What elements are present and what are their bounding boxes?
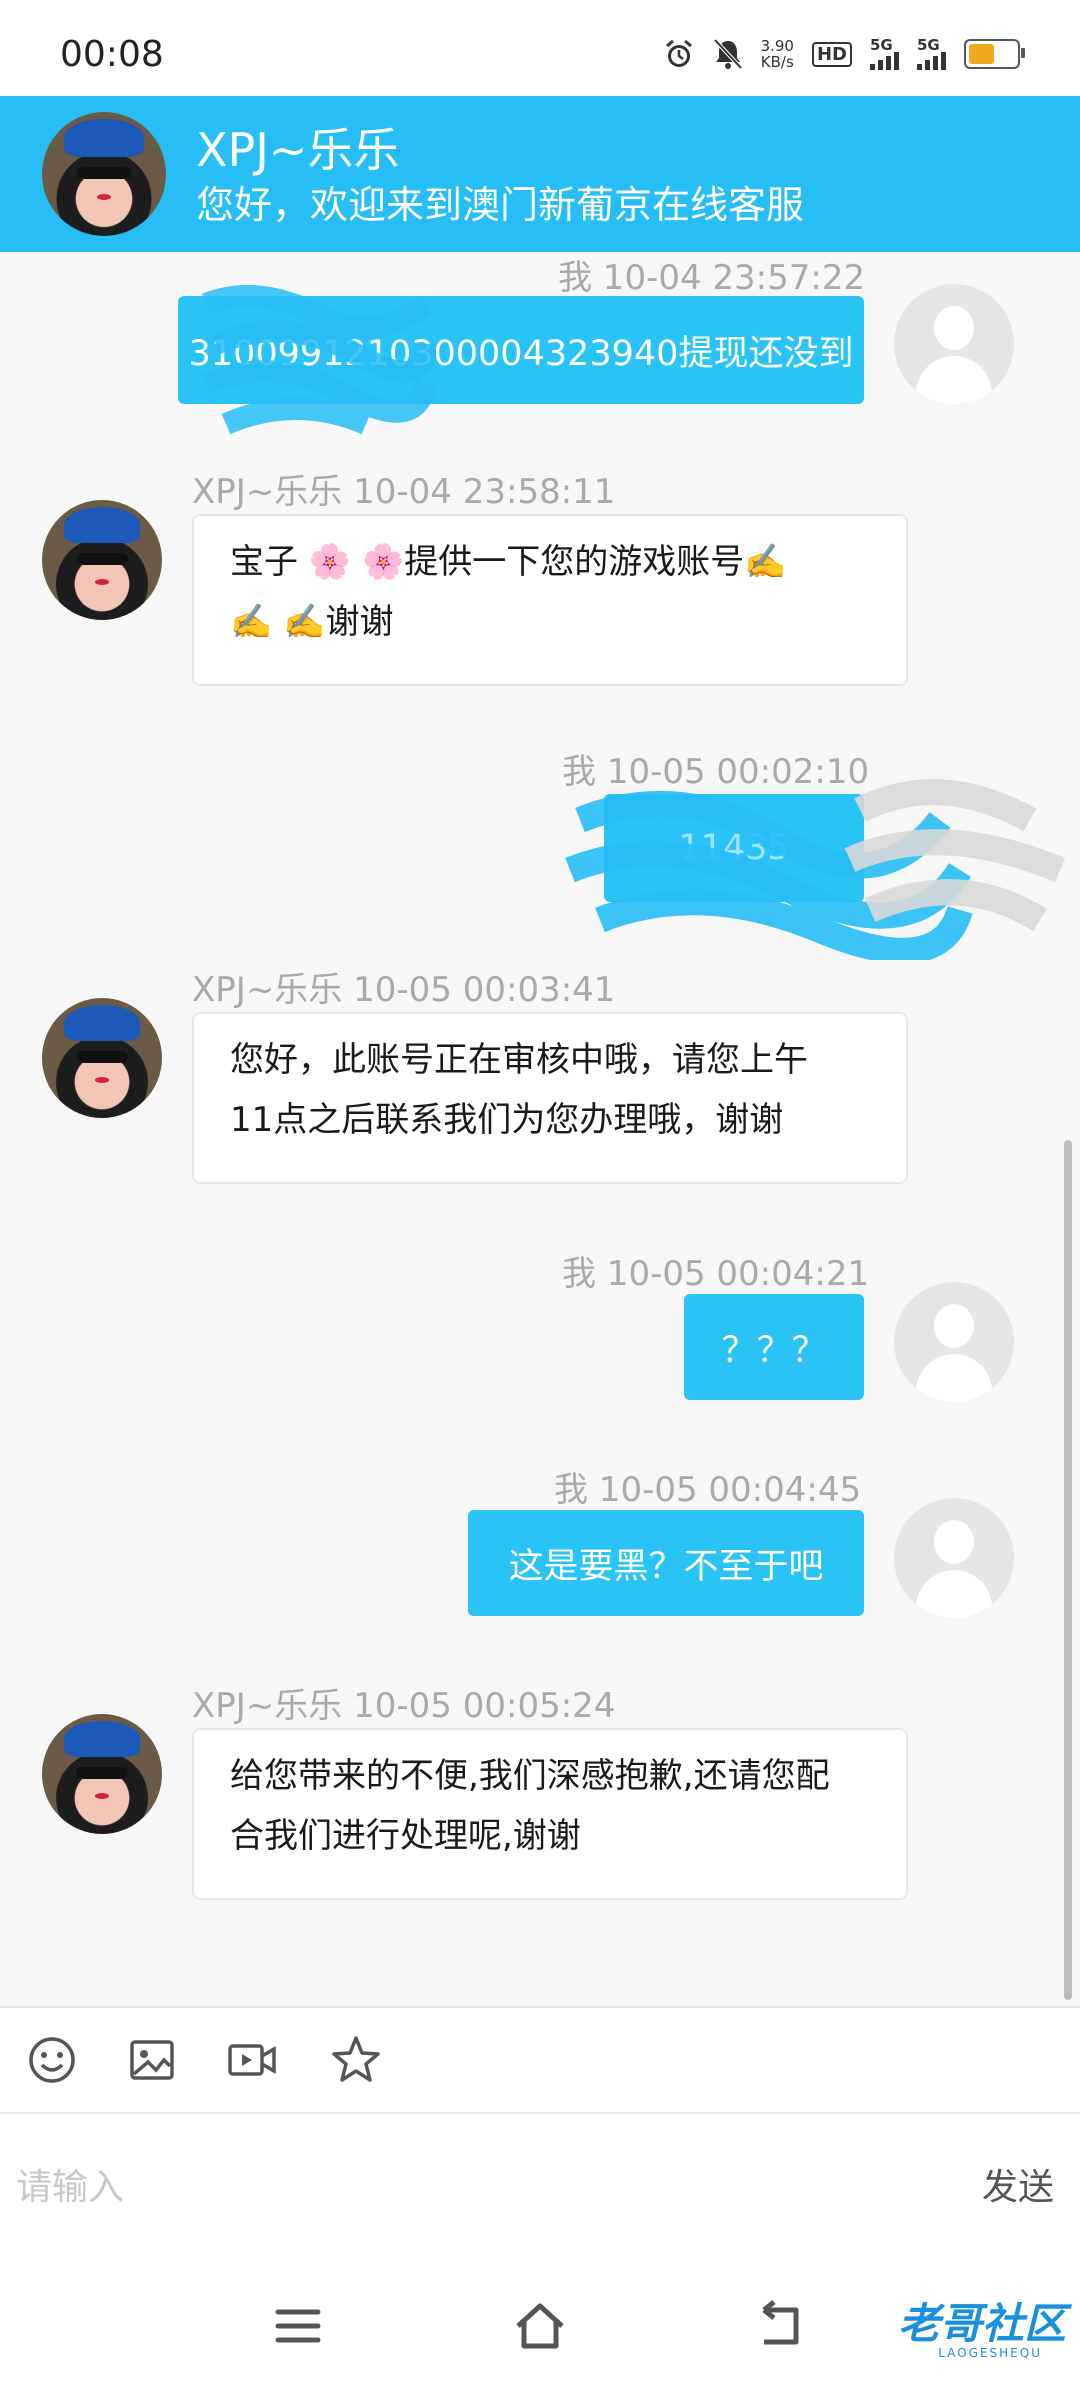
sim2-label: 5G bbox=[917, 36, 940, 54]
alarm-icon bbox=[665, 39, 692, 67]
my-avatar[interactable] bbox=[894, 1282, 1014, 1402]
battery-level bbox=[969, 44, 995, 64]
system-nav-bar: 老哥社区 LAOGESHEQU bbox=[0, 2262, 1080, 2388]
message-line: 宝子 🌸 🌸提供一下您的游戏账号✍️ bbox=[230, 542, 787, 582]
video-icon[interactable] bbox=[222, 2030, 282, 2090]
watermark-logo: 老哥社区 bbox=[897, 2299, 1066, 2348]
message-line: ✍️ ✍️谢谢 bbox=[230, 602, 394, 642]
sim1-label: 5G bbox=[870, 36, 893, 54]
message-meta: 我 10-05 00:04:21 bbox=[562, 1254, 870, 1294]
home-icon[interactable] bbox=[510, 2298, 570, 2354]
message-meta: XPJ~乐乐 10-04 23:58:11 bbox=[192, 472, 616, 512]
mute-bell-icon bbox=[713, 38, 743, 70]
message-line: 您好，此账号正在审核中哦，请您上午 bbox=[230, 1040, 808, 1080]
input-toolbar bbox=[0, 2006, 1080, 2114]
my-avatar[interactable] bbox=[894, 1498, 1014, 1618]
message-bubble-me[interactable]: ？？？ bbox=[684, 1294, 864, 1400]
status-icons: 3.90 KB/s HD 5G 5G bbox=[663, 38, 1025, 70]
back-icon[interactable] bbox=[752, 2298, 808, 2354]
message-input[interactable] bbox=[14, 2154, 918, 2220]
message-line: 11点之后联系我们为您办理哦，谢谢 bbox=[230, 1100, 784, 1140]
emoji-icon[interactable] bbox=[22, 2030, 82, 2090]
speed-unit: KB/s bbox=[760, 53, 794, 71]
star-icon[interactable] bbox=[326, 2030, 386, 2090]
message-meta: 我 10-05 00:04:45 bbox=[554, 1470, 862, 1510]
redaction-scribble bbox=[565, 779, 1065, 960]
input-bar: 发送 bbox=[0, 2112, 1080, 2264]
sim1-signal: 5G bbox=[870, 38, 899, 70]
agent-avatar[interactable] bbox=[42, 1714, 162, 1834]
agent-avatar[interactable] bbox=[42, 112, 166, 236]
message-meta: XPJ~乐乐 10-05 00:05:24 bbox=[192, 1686, 616, 1726]
message-bubble-agent[interactable]: 您好，此账号正在审核中哦，请您上午 11点之后联系我们为您办理哦，谢谢 bbox=[192, 1012, 908, 1184]
signal-bars-icon bbox=[870, 52, 899, 70]
message-line: 给您带来的不便,我们深感抱歉,还请您配 bbox=[230, 1756, 830, 1796]
agent-avatar[interactable] bbox=[42, 500, 162, 620]
menu-icon[interactable] bbox=[270, 2298, 326, 2354]
hd-badge: HD bbox=[811, 41, 852, 67]
clock: 00:08 bbox=[60, 34, 164, 75]
agent-avatar[interactable] bbox=[42, 998, 162, 1118]
redaction-scribble bbox=[201, 285, 436, 435]
send-button[interactable]: 发送 bbox=[982, 2158, 1054, 2210]
message-bubble-agent[interactable]: 宝子 🌸 🌸提供一下您的游戏账号✍️ ✍️ ✍️谢谢 bbox=[192, 514, 908, 686]
chat-scrollbar[interactable] bbox=[1064, 1140, 1072, 2000]
my-avatar[interactable] bbox=[894, 284, 1014, 404]
message-line: 合我们进行处理呢,谢谢 bbox=[230, 1816, 581, 1856]
agent-greeting: 您好，欢迎来到澳门新葡京在线客服 bbox=[196, 183, 805, 227]
chat-header: XPJ~乐乐 您好，欢迎来到澳门新葡京在线客服 bbox=[0, 96, 1080, 252]
watermark-subtitle: LAOGESHEQU bbox=[938, 2346, 1042, 2360]
status-bar: 00:08 3.90 KB/s HD 5G 5G bbox=[0, 0, 1080, 96]
message-text: ？？？ bbox=[721, 1330, 827, 1371]
sim2-signal: 5G bbox=[917, 38, 946, 70]
image-icon[interactable] bbox=[122, 2030, 182, 2090]
signal-bars-icon bbox=[917, 52, 946, 70]
agent-name: XPJ~乐乐 bbox=[196, 123, 400, 177]
message-bubble-agent[interactable]: 给您带来的不便,我们深感抱歉,还请您配 合我们进行处理呢,谢谢 bbox=[192, 1728, 908, 1900]
message-bubble-me[interactable]: 这是要黑？不至于吧 bbox=[468, 1510, 864, 1616]
speed-value: 3.90 bbox=[760, 37, 794, 55]
network-speed: 3.90 KB/s bbox=[761, 38, 794, 70]
battery-icon bbox=[964, 39, 1025, 69]
message-meta: XPJ~乐乐 10-05 00:03:41 bbox=[192, 970, 616, 1010]
message-text: 这是要黑？不至于吧 bbox=[508, 1546, 824, 1587]
message-meta: 我 10-04 23:57:22 bbox=[558, 258, 866, 298]
